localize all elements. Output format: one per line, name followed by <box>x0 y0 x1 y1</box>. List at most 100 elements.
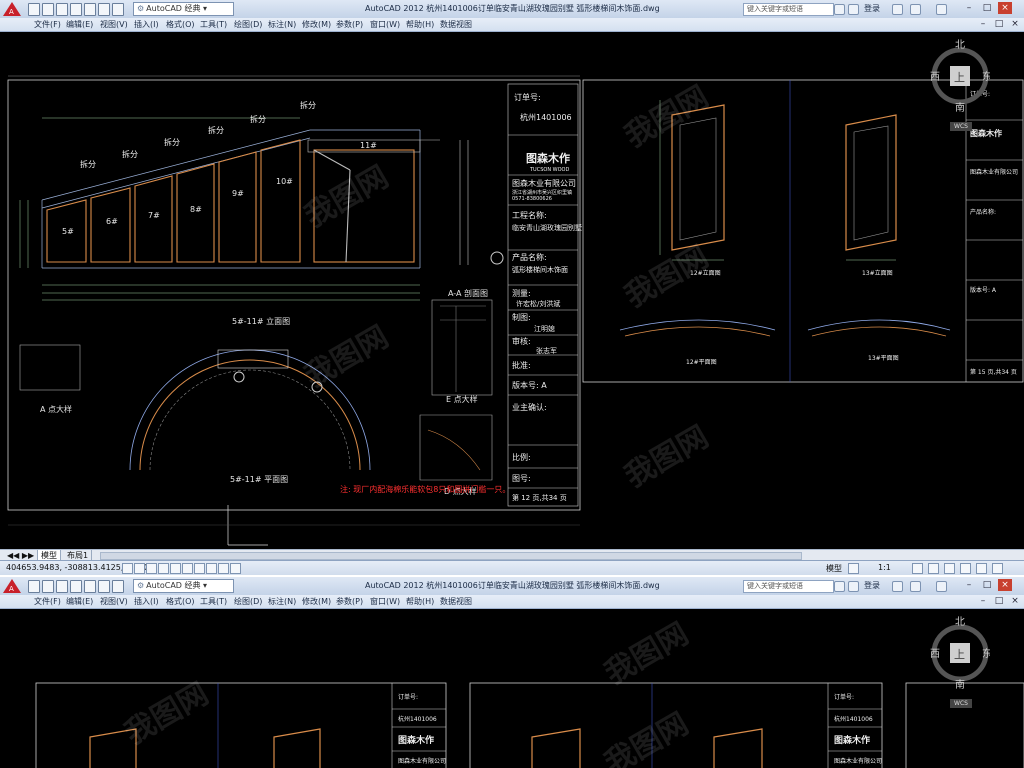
polar-toggle[interactable] <box>158 563 169 574</box>
saveas-icon[interactable] <box>70 3 82 16</box>
hardware-icon[interactable] <box>960 563 971 574</box>
annotation-icon[interactable] <box>912 563 923 574</box>
exchange-icon[interactable] <box>892 581 903 592</box>
menu-parametric[interactable]: 参数(P) <box>336 596 363 607</box>
lock-icon[interactable] <box>944 563 955 574</box>
menu-dimension[interactable]: 标注(N) <box>268 596 296 607</box>
menu-insert[interactable]: 插入(I) <box>134 596 159 607</box>
minimize-button[interactable]: – <box>962 2 976 14</box>
menu-dimension[interactable]: 标注(N) <box>268 19 296 30</box>
binoculars-icon[interactable] <box>834 4 845 15</box>
doc-minimize-button[interactable]: – <box>976 595 990 607</box>
ducs-toggle[interactable] <box>194 563 205 574</box>
menu-dataview[interactable]: 数据视图 <box>440 596 472 607</box>
drawing-canvas[interactable]: 5# 6# 7# 8# 9# 10# 11# 拆分 拆分 拆分 拆分 拆分 拆分 <box>0 32 1024 549</box>
menu-draw[interactable]: 绘图(D) <box>234 596 262 607</box>
snap-toggle[interactable] <box>122 563 133 574</box>
maximize-button[interactable]: □ <box>980 2 994 14</box>
grid-toggle[interactable] <box>134 563 145 574</box>
save-icon[interactable] <box>56 3 68 16</box>
close-button[interactable]: × <box>998 579 1012 591</box>
wcs-button[interactable]: WCS <box>950 122 972 131</box>
workspace-select[interactable]: ⚙ AutoCAD 经典 ▾ <box>133 2 234 16</box>
save-icon[interactable] <box>56 580 68 593</box>
menu-view[interactable]: 视图(V) <box>100 596 128 607</box>
menu-dataview[interactable]: 数据视图 <box>440 19 472 30</box>
help-icon[interactable] <box>936 581 947 592</box>
user-icon[interactable] <box>848 581 859 592</box>
menu-parametric[interactable]: 参数(P) <box>336 19 363 30</box>
menu-modify[interactable]: 修改(M) <box>302 19 331 30</box>
drawing-canvas-2[interactable]: 订单号: 杭州1401006 图森木作 图森木业有限公司 订单号: 杭州1401… <box>0 609 1024 768</box>
menu-modify[interactable]: 修改(M) <box>302 596 331 607</box>
menu-window[interactable]: 窗口(W) <box>370 596 400 607</box>
isolate-icon[interactable] <box>976 563 987 574</box>
user-icon[interactable] <box>848 4 859 15</box>
wcs-button-2[interactable]: WCS <box>950 699 972 708</box>
print-icon[interactable] <box>84 3 96 16</box>
osnap-toggle[interactable] <box>170 563 181 574</box>
undo-icon[interactable] <box>98 3 110 16</box>
autocad-app-icon-2[interactable]: A <box>2 578 22 594</box>
lineweight-toggle[interactable] <box>218 563 229 574</box>
autocad-app-icon[interactable]: A <box>2 1 22 17</box>
open-file-icon[interactable] <box>42 580 54 593</box>
annotation-scale[interactable]: 1:1 <box>878 563 891 572</box>
viewcube-2[interactable]: 上 北 南 西 东 WCS <box>930 613 992 708</box>
undo-icon[interactable] <box>98 580 110 593</box>
menu-draw[interactable]: 绘图(D) <box>234 19 262 30</box>
model-button[interactable]: 模型 <box>826 563 842 574</box>
ortho-toggle[interactable] <box>146 563 157 574</box>
otrack-toggle[interactable] <box>182 563 193 574</box>
menu-format[interactable]: 格式(O) <box>166 19 195 30</box>
workspace-select-2[interactable]: ⚙ AutoCAD 经典 ▾ <box>133 579 234 593</box>
doc-restore-button[interactable]: □ <box>992 18 1006 30</box>
minimize-button[interactable]: – <box>962 579 976 591</box>
new-file-icon[interactable] <box>28 3 40 16</box>
qp-toggle[interactable] <box>230 563 241 574</box>
login-button[interactable]: 登录 <box>864 3 880 14</box>
binoculars-icon[interactable] <box>834 581 845 592</box>
redo-icon[interactable] <box>112 3 124 16</box>
horizontal-scrollbar[interactable] <box>100 552 802 560</box>
star-icon[interactable] <box>910 581 921 592</box>
dyn-toggle[interactable] <box>206 563 217 574</box>
open-file-icon[interactable] <box>42 3 54 16</box>
exchange-icon[interactable] <box>892 4 903 15</box>
menu-edit[interactable]: 编辑(E) <box>66 596 93 607</box>
layout-icon[interactable] <box>848 563 859 574</box>
menu-window[interactable]: 窗口(W) <box>370 19 400 30</box>
doc-close-button[interactable]: × <box>1008 18 1022 30</box>
menu-tools[interactable]: 工具(T) <box>200 596 227 607</box>
autocad-window-second: A ⚙ AutoCAD 经典 ▾ AutoCAD 2012 杭州1401006订单… <box>0 577 1024 768</box>
new-file-icon[interactable] <box>28 580 40 593</box>
menu-view[interactable]: 视图(V) <box>100 19 128 30</box>
doc-restore-button[interactable]: □ <box>992 595 1006 607</box>
menu-tools[interactable]: 工具(T) <box>200 19 227 30</box>
door-label-9: 9# <box>232 189 244 198</box>
saveas-icon[interactable] <box>70 580 82 593</box>
workspace-switch-icon[interactable] <box>928 563 939 574</box>
help-icon[interactable] <box>936 4 947 15</box>
menu-help[interactable]: 帮助(H) <box>406 596 434 607</box>
menu-file[interactable]: 文件(F) <box>34 596 61 607</box>
doc-minimize-button[interactable]: – <box>976 18 990 30</box>
menu-format[interactable]: 格式(O) <box>166 596 195 607</box>
maximize-button[interactable]: □ <box>980 579 994 591</box>
star-icon[interactable] <box>910 4 921 15</box>
close-button[interactable]: × <box>998 2 1012 14</box>
login-button-2[interactable]: 登录 <box>864 580 880 591</box>
print-icon[interactable] <box>84 580 96 593</box>
redo-icon[interactable] <box>112 580 124 593</box>
search-input[interactable]: 键入关键字或短语 <box>743 3 834 16</box>
menu-insert[interactable]: 插入(I) <box>134 19 159 30</box>
split-label-2: 拆分 <box>122 149 138 159</box>
viewcube[interactable]: 上 北 南 西 东 WCS <box>930 36 992 131</box>
menu-file[interactable]: 文件(F) <box>34 19 61 30</box>
doc-close-button[interactable]: × <box>1008 595 1022 607</box>
menu-edit[interactable]: 编辑(E) <box>66 19 93 30</box>
search-input-2[interactable]: 键入关键字或短语 <box>743 580 834 593</box>
door-label-11: 11# <box>360 141 377 150</box>
menu-help[interactable]: 帮助(H) <box>406 19 434 30</box>
clean-screen-icon[interactable] <box>992 563 1003 574</box>
